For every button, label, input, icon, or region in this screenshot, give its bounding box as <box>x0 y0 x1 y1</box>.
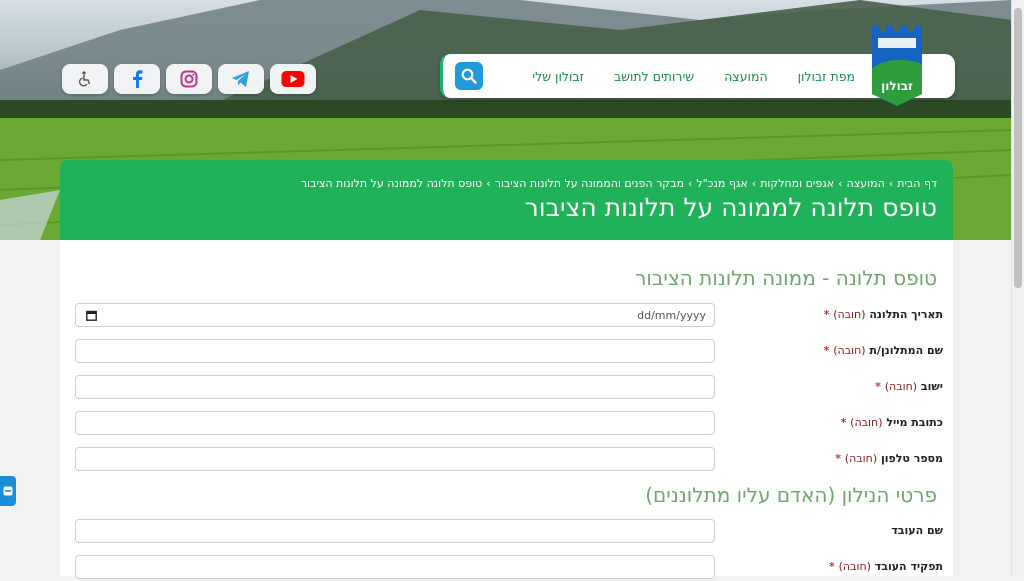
settlement-label: ישוב (חובה) * <box>875 380 943 393</box>
nav-menu: מפת זבולון המועצה שירותים לתושב זבולון ש… <box>532 54 855 98</box>
phone-field[interactable] <box>75 447 715 471</box>
page-scrollbar[interactable] <box>1011 0 1024 576</box>
telegram-icon <box>232 71 249 87</box>
scrollbar-thumb[interactable] <box>1014 8 1022 288</box>
search-icon <box>461 68 477 84</box>
form-row-employee-name: שם העובד <box>75 519 943 545</box>
employee-name-input[interactable] <box>76 520 714 542</box>
settlement-field[interactable] <box>75 375 715 399</box>
form-row-complaint-date: dd/mm/yyyy תאריך התלונה (חובה) * <box>75 303 943 329</box>
breadcrumb-separator: › <box>687 177 693 190</box>
breadcrumb-departments[interactable]: אגפים ומחלקות <box>760 177 834 190</box>
employee-role-field[interactable] <box>75 555 715 579</box>
accessibility-button[interactable] <box>62 64 108 94</box>
phone-input[interactable] <box>76 448 714 470</box>
accessibility-icon <box>79 71 91 87</box>
breadcrumb-separator: › <box>838 177 843 190</box>
telegram-button[interactable] <box>218 64 264 94</box>
breadcrumb-council[interactable]: המועצה <box>847 177 885 190</box>
form-row-email: כתובת מייל (חובה) * <box>75 411 943 437</box>
breadcrumb-separator: › <box>888 177 894 190</box>
breadcrumb-separator: › <box>751 177 757 190</box>
section-title-complaint: טופס תלונה - ממונה תלונות הציבור <box>635 266 937 290</box>
facebook-button[interactable] <box>114 64 160 94</box>
complaint-date-field[interactable]: dd/mm/yyyy <box>75 303 715 327</box>
phone-label: מספר טלפון (חובה) * <box>835 452 943 465</box>
employee-role-input[interactable] <box>76 556 714 578</box>
instagram-button[interactable] <box>166 64 212 94</box>
employee-role-label: תפקיד העובד (חובה) * <box>829 560 943 573</box>
breadcrumb-home[interactable]: דף הבית <box>897 177 937 190</box>
email-label: כתובת מייל (חובה) * <box>840 416 943 429</box>
form-row-complainant-name: שם המתלונן/ת (חובה) * <box>75 339 943 365</box>
form-card: טופס תלונה - ממונה תלונות הציבור dd/mm/y… <box>60 240 953 579</box>
page-title: טופס תלונה לממונה על תלונות הציבור <box>524 193 937 222</box>
breadcrumb: דף הבית › המועצה › אגפים ומחלקות › אגף מ… <box>301 177 937 190</box>
social-links <box>62 64 316 94</box>
youtube-icon <box>281 71 305 87</box>
complainant-name-field[interactable] <box>75 339 715 363</box>
employee-name-label: שם העובד <box>891 524 943 537</box>
youtube-button[interactable] <box>270 64 316 94</box>
form-row-phone: מספר טלפון (חובה) * <box>75 447 943 473</box>
side-widget-tab[interactable] <box>0 476 16 506</box>
breadcrumb-separator: › <box>486 177 491 190</box>
nav-item-map[interactable]: מפת זבולון <box>798 69 855 84</box>
calendar-icon[interactable] <box>86 310 97 321</box>
complainant-name-label: שם המתלונן/ת (חובה) * <box>823 344 943 357</box>
remote-support-icon <box>3 486 13 496</box>
email-input[interactable] <box>76 412 714 434</box>
search-button[interactable] <box>455 62 483 90</box>
page-header-band: דף הבית › המועצה › אגפים ומחלקות › אגף מ… <box>60 160 953 240</box>
complainant-name-input[interactable] <box>76 340 714 362</box>
form-row-settlement: ישוב (חובה) * <box>75 375 943 401</box>
nav-item-council[interactable]: המועצה <box>724 69 767 84</box>
council-logo[interactable]: זבולון <box>868 24 926 108</box>
date-placeholder: dd/mm/yyyy <box>637 309 706 322</box>
complaint-date-label: תאריך התלונה (חובה) * <box>823 308 943 321</box>
nav-item-my-zevulun[interactable]: זבולון שלי <box>532 69 584 84</box>
email-field[interactable] <box>75 411 715 435</box>
instagram-icon <box>180 70 198 88</box>
breadcrumb-ceo-division[interactable]: אגף מנכ"ל <box>696 177 747 190</box>
breadcrumb-current: טופס תלונה לממונה על תלונות הציבור <box>300 177 483 190</box>
section-title-respondent: פרטי הנילון (האדם עליו מתלוננים) <box>645 483 937 507</box>
employee-name-field[interactable] <box>75 519 715 543</box>
breadcrumb-ombudsman[interactable]: מבקר הפנים והממונה על תלונות הציבור <box>495 177 684 190</box>
nav-item-resident-services[interactable]: שירותים לתושב <box>614 69 694 84</box>
settlement-input[interactable] <box>76 376 714 398</box>
logo-text: זבולון <box>881 79 913 93</box>
facebook-icon <box>133 70 143 88</box>
form-row-employee-role: תפקיד העובד (חובה) * <box>75 555 943 581</box>
